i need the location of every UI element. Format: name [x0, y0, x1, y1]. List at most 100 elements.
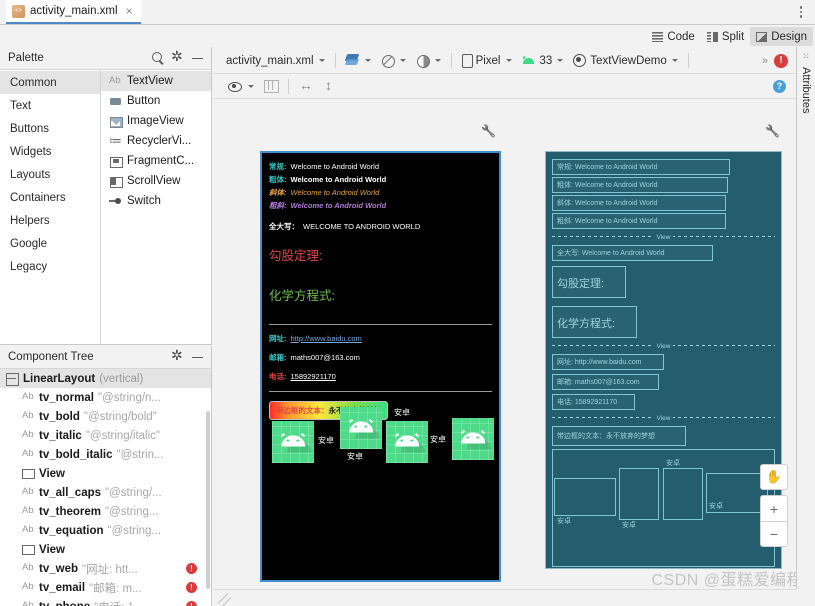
tab-design[interactable]: Design [750, 27, 813, 46]
tree-row-tv-bold[interactable]: tv_bold "@string/bold" [0, 407, 211, 426]
blueprint-divider-label: View [654, 234, 674, 241]
component-tree-scrollbar[interactable] [206, 411, 210, 589]
file-tab-activity-main[interactable]: activity_main.xml × [6, 0, 141, 24]
tab-split[interactable]: Split [701, 27, 750, 46]
tree-row-tv-bold-italic[interactable]: tv_bold_italic "@strin... [0, 445, 211, 464]
visibility-toggle-button[interactable] [223, 76, 259, 96]
blueprint-box-bold-italic: 粗斜: Welcome to Android World [552, 213, 726, 229]
preview-line-bold-italic: 粗斜: Welcome to Android World [269, 200, 492, 211]
palette-item-textview[interactable]: TextView [101, 71, 211, 91]
toolbar-overflow-icon[interactable]: » [762, 55, 774, 67]
palette-category-list: Common Text Buttons Widgets Layouts Cont… [0, 70, 101, 344]
tree-row-tv-email[interactable]: tv_email "邮箱: m... ! [0, 578, 211, 597]
palette-category-helpers[interactable]: Helpers [0, 209, 100, 232]
palette-item-label: Button [127, 95, 160, 107]
palette-category-common[interactable]: Common [0, 71, 100, 94]
minimize-icon[interactable] [191, 350, 205, 364]
tab-split-label: Split [722, 31, 744, 43]
blueprint-divider-label: View [654, 343, 674, 350]
tree-row-tv-theorem[interactable]: tv_theorem "@string... [0, 502, 211, 521]
palette-item-scrollview[interactable]: ScrollView [101, 171, 211, 191]
theme-selector-dropdown[interactable]: TextViewDemo [568, 51, 683, 71]
editor-tab-bar: activity_main.xml × [0, 0, 815, 25]
palette-item-imageview[interactable]: ImageView [101, 111, 211, 131]
palette-category-google[interactable]: Google [0, 232, 100, 255]
attributes-rail[interactable]: ⁙ Attributes [796, 47, 815, 589]
tree-row-linearlayout[interactable]: LinearLayout (vertical) [0, 369, 211, 388]
error-badge[interactable]: ! [774, 54, 788, 68]
list-icon [109, 136, 122, 147]
zoom-in-button[interactable]: + [760, 495, 788, 521]
tree-row-tv-equation[interactable]: tv_equation "@string... [0, 521, 211, 540]
preview-divider-2 [269, 391, 492, 392]
tree-node-name: LinearLayout [23, 373, 95, 385]
vertical-resize-button[interactable] [320, 76, 342, 96]
pan-hand-icon[interactable]: ✋ [760, 464, 788, 490]
palette-category-containers[interactable]: Containers [0, 186, 100, 209]
tree-node-value: "@strin... [117, 449, 164, 461]
blueprint-mode-button[interactable] [259, 76, 283, 96]
minimize-icon[interactable] [191, 51, 205, 65]
component-tree-header: Component Tree [0, 346, 211, 369]
configuration-wrench-icon[interactable] [765, 126, 777, 140]
tree-row-tv-phone[interactable]: tv_phone "电话: 1... ! [0, 597, 211, 606]
gear-icon[interactable] [171, 350, 185, 364]
close-icon[interactable]: × [123, 4, 133, 18]
tab-code[interactable]: Code [646, 27, 701, 46]
error-badge[interactable]: ! [186, 582, 197, 593]
palette-category-layouts[interactable]: Layouts [0, 163, 100, 186]
device-preview[interactable]: 常规: Welcome to Android World 粗体: Welcome… [260, 151, 501, 582]
tree-row-view-1[interactable]: View [0, 464, 211, 483]
palette-category-widgets[interactable]: Widgets [0, 140, 100, 163]
blueprint-image-3: 安卓 [663, 468, 703, 520]
blueprint-box-italic: 斜体: Welcome to Android World [552, 195, 726, 211]
more-options-icon[interactable] [793, 3, 809, 21]
configuration-wrench-icon[interactable] [481, 126, 493, 140]
device-selector-dropdown[interactable]: Pixel [457, 51, 517, 71]
design-surface[interactable]: 常规: Welcome to Android World 粗体: Welcome… [213, 99, 796, 589]
status-bar [213, 589, 796, 606]
palette-category-text[interactable]: Text [0, 94, 100, 117]
api-level-dropdown[interactable]: 33 [517, 51, 569, 71]
tree-row-tv-normal[interactable]: tv_normal "@string/n... [0, 388, 211, 407]
help-icon[interactable]: ? [773, 80, 786, 93]
tree-row-tv-all-caps[interactable]: tv_all_caps "@string/... [0, 483, 211, 502]
blueprint-image-group: 安卓 安卓 安卓 安卓 [552, 449, 775, 567]
error-badge[interactable]: ! [186, 563, 197, 574]
preview-theorem: 勾股定理: [269, 245, 492, 264]
ab-text-icon [109, 76, 122, 87]
search-icon[interactable] [151, 51, 165, 65]
blueprint-mode-icon [264, 80, 278, 92]
code-view-icon [652, 32, 663, 42]
component-tree-panel: Component Tree LinearLayout (vertical) t… [0, 346, 212, 606]
palette-category-buttons[interactable]: Buttons [0, 117, 100, 140]
error-badge[interactable]: ! [186, 601, 197, 606]
night-mode-button[interactable] [411, 51, 446, 71]
preview-image-label: 安卓 [318, 435, 334, 446]
horizontal-resize-button[interactable] [294, 76, 320, 96]
resize-grip-icon[interactable] [216, 592, 234, 605]
gear-icon[interactable] [171, 51, 185, 65]
tree-row-tv-web[interactable]: tv_web "网址: htt... ! [0, 559, 211, 578]
android-studio-layout-editor: activity_main.xml × Code Split Design Pa… [0, 0, 815, 606]
tree-row-tv-italic[interactable]: tv_italic "@string/italic" [0, 426, 211, 445]
blueprint-box-all-caps: 全大写: Welcome to Android World [552, 245, 713, 261]
tree-node-value: "邮箱: m... [89, 580, 142, 596]
blueprint-preview[interactable]: 常规: Welcome to Android World 粗体: Welcome… [545, 151, 782, 569]
image-icon [109, 116, 122, 127]
palette-item-fragmentcontainer[interactable]: FragmentC... [101, 151, 211, 171]
zoom-out-button[interactable]: − [760, 521, 788, 547]
palette-item-switch[interactable]: Switch [101, 191, 211, 211]
tree-row-view-2[interactable]: View [0, 540, 211, 559]
palette-item-recyclerview[interactable]: RecyclerVi... [101, 131, 211, 151]
ab-text-icon [22, 601, 35, 606]
palette-category-legacy[interactable]: Legacy [0, 255, 100, 278]
design-surface-mode-button[interactable] [341, 51, 376, 71]
orientation-button[interactable] [376, 51, 411, 71]
palette-item-button[interactable]: Button [101, 91, 211, 111]
file-selector-dropdown[interactable]: activity_main.xml [221, 51, 330, 71]
blueprint-image-1: 安卓 [554, 478, 616, 516]
palette-item-label: Switch [127, 195, 161, 207]
attributes-icon: ⁙ [802, 51, 810, 62]
blueprint-box-normal: 常规: Welcome to Android World [552, 159, 730, 175]
